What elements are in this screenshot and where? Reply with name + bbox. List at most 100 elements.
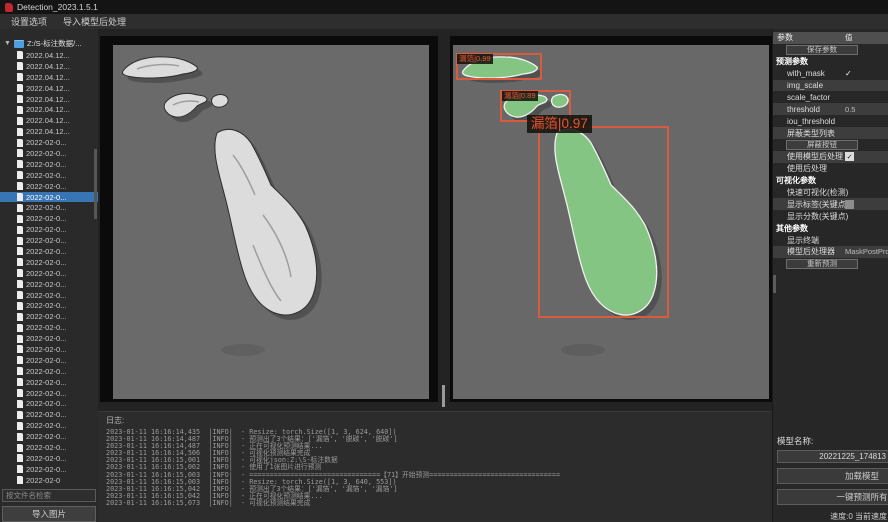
- file-tree-item[interactable]: 2022-02-0...: [0, 148, 98, 159]
- param-label: scale_factor: [773, 93, 830, 102]
- file-icon: [17, 411, 23, 419]
- file-tree-item[interactable]: 2022-02-0...: [0, 159, 98, 170]
- param-row: 显示分数(关键点): [773, 210, 888, 222]
- param-button[interactable]: 屏蔽按钮: [786, 140, 858, 150]
- param-row: 保存参数: [773, 44, 888, 56]
- model-name-field[interactable]: 20221225_174813: [777, 450, 888, 463]
- file-tree-item[interactable]: 2022.04.12...: [0, 61, 98, 72]
- file-tree-item[interactable]: 2022-02-0...: [0, 420, 98, 431]
- file-label: 2022-02-0...: [26, 236, 66, 245]
- predict-all-button[interactable]: 一键预测所有: [777, 489, 888, 505]
- param-scrollbar[interactable]: [773, 275, 776, 293]
- log-title: 日志:: [106, 415, 772, 426]
- image-viewer: 漏箔|0.99漏箔|0.89漏箔|0.97: [98, 29, 772, 411]
- file-tree-item[interactable]: 2022-02-0...: [0, 192, 98, 203]
- file-tree-item[interactable]: 2022-02-0...: [0, 170, 98, 181]
- file-tree-item[interactable]: 2022-02-0...: [0, 300, 98, 311]
- file-label: 2022-02-0...: [26, 291, 66, 300]
- file-label: 2022-02-0...: [26, 389, 66, 398]
- file-label: 2022-02-0...: [26, 432, 66, 441]
- import-images-button[interactable]: 导入图片: [2, 506, 96, 522]
- menu-bar: 设置选项 导入模型后处理: [0, 14, 888, 29]
- file-list: 2022.04.12...2022.04.12...2022.04.12...2…: [0, 50, 98, 486]
- file-tree-item[interactable]: 2022.04.12...: [0, 50, 98, 61]
- file-tree-item[interactable]: 2022-02-0...: [0, 453, 98, 464]
- checkbox-checked-icon[interactable]: ✓: [845, 152, 854, 161]
- file-tree-item[interactable]: 2022-02-0...: [0, 366, 98, 377]
- file-tree-item[interactable]: 2022-02-0...: [0, 355, 98, 366]
- file-tree-item[interactable]: 2022.04.12...: [0, 115, 98, 126]
- menu-item-import-postprocess[interactable]: 导入模型后处理: [55, 14, 134, 29]
- param-label: threshold: [773, 105, 820, 114]
- root-folder-label: Z:/S-标注数据/...: [27, 38, 82, 49]
- param-button[interactable]: 重新预测: [786, 259, 858, 269]
- file-label: 2022.04.12...: [26, 84, 70, 93]
- file-icon: [17, 313, 23, 321]
- file-label: 2022-02-0...: [26, 378, 66, 387]
- param-table-header: 参数 值: [773, 32, 888, 44]
- file-tree-item[interactable]: 2022.04.12...: [0, 72, 98, 83]
- center-area: 漏箔|0.99漏箔|0.89漏箔|0.97 日志: 2023-01-11 16:…: [98, 29, 772, 522]
- search-input[interactable]: [2, 489, 96, 502]
- file-tree-item[interactable]: 2022-02-0...: [0, 224, 98, 235]
- file-icon: [17, 269, 23, 277]
- log-console[interactable]: 日志: 2023-01-11 16:16:14,435 |INFO| - Res…: [98, 411, 772, 522]
- file-tree-item[interactable]: 2022-02-0...: [0, 377, 98, 388]
- file-icon: [17, 345, 23, 353]
- file-tree-item[interactable]: 2022-02-0...: [0, 311, 98, 322]
- file-tree-item[interactable]: 2022-02-0...: [0, 399, 98, 410]
- menu-item-settings[interactable]: 设置选项: [3, 14, 55, 29]
- tree-scrollbar[interactable]: [94, 149, 97, 219]
- file-tree-item[interactable]: 2022-02-0...: [0, 333, 98, 344]
- detection-box: [538, 126, 669, 318]
- original-image[interactable]: [113, 45, 429, 399]
- prediction-image[interactable]: 漏箔|0.99漏箔|0.89漏箔|0.97: [453, 45, 769, 399]
- checkbox-empty-icon[interactable]: [845, 200, 854, 209]
- app-icon: [5, 3, 13, 12]
- panel-splitter-handle[interactable]: [442, 385, 445, 407]
- file-tree-item[interactable]: 2022-02-0: [0, 475, 98, 486]
- file-tree-item[interactable]: 2022.04.12...: [0, 83, 98, 94]
- file-tree-item[interactable]: 2022-02-0...: [0, 279, 98, 290]
- file-tree-item[interactable]: 2022-02-0...: [0, 246, 98, 257]
- file-tree-item[interactable]: 2022-02-0...: [0, 431, 98, 442]
- file-icon: [17, 193, 23, 201]
- file-tree-item[interactable]: 2022-02-0...: [0, 442, 98, 453]
- file-tree-item[interactable]: 2022-02-0...: [0, 344, 98, 355]
- param-row: 预测参数: [773, 56, 888, 68]
- param-button[interactable]: 保存参数: [786, 45, 858, 55]
- original-image-panel: [100, 36, 438, 402]
- file-icon: [17, 204, 23, 212]
- prediction-image-panel: 漏箔|0.99漏箔|0.89漏箔|0.97: [450, 36, 772, 402]
- param-row: 模型后处理器MaskPostPro: [773, 246, 888, 258]
- file-tree-item[interactable]: 2022-02-0...: [0, 464, 98, 475]
- file-tree-item[interactable]: 2022-02-0...: [0, 257, 98, 268]
- file-tree-item[interactable]: 2022-02-0...: [0, 322, 98, 333]
- param-row: img_scale: [773, 80, 888, 92]
- param-rows: 保存参数预测参数with_mask✓img_scalescale_factort…: [773, 44, 888, 270]
- file-tree-item[interactable]: 2022-02-0...: [0, 388, 98, 399]
- file-tree-item[interactable]: 2022-02-0...: [0, 235, 98, 246]
- file-tree-item[interactable]: 2022.04.12...: [0, 126, 98, 137]
- file-tree-item[interactable]: 2022-02-0...: [0, 202, 98, 213]
- file-icon: [17, 128, 23, 136]
- file-tree-item[interactable]: 2022-02-0...: [0, 290, 98, 301]
- file-icon: [17, 400, 23, 408]
- file-sidebar: ▼ Z:/S-标注数据/... 2022.04.12...2022.04.12.…: [0, 29, 98, 522]
- file-tree-item[interactable]: 2022-02-0...: [0, 213, 98, 224]
- file-label: 2022-02-0...: [26, 280, 66, 289]
- file-tree-item[interactable]: 2022-02-0...: [0, 181, 98, 192]
- file-tree-item[interactable]: 2022.04.12...: [0, 94, 98, 105]
- param-label: iou_threshold: [773, 117, 835, 126]
- file-tree-root[interactable]: ▼ Z:/S-标注数据/...: [0, 37, 98, 50]
- file-label: 2022-02-0...: [26, 421, 66, 430]
- file-tree-item[interactable]: 2022-02-0...: [0, 137, 98, 148]
- load-model-button[interactable]: 加载模型: [777, 468, 888, 484]
- file-tree-item[interactable]: 2022.04.12...: [0, 104, 98, 115]
- param-row: 显示标签(关键点): [773, 198, 888, 210]
- file-label: 2022-02-0...: [26, 160, 66, 169]
- param-row: 显示终端: [773, 234, 888, 246]
- chevron-down-icon: ▼: [4, 40, 11, 47]
- file-tree-item[interactable]: 2022-02-0...: [0, 268, 98, 279]
- file-tree-item[interactable]: 2022-02-0...: [0, 409, 98, 420]
